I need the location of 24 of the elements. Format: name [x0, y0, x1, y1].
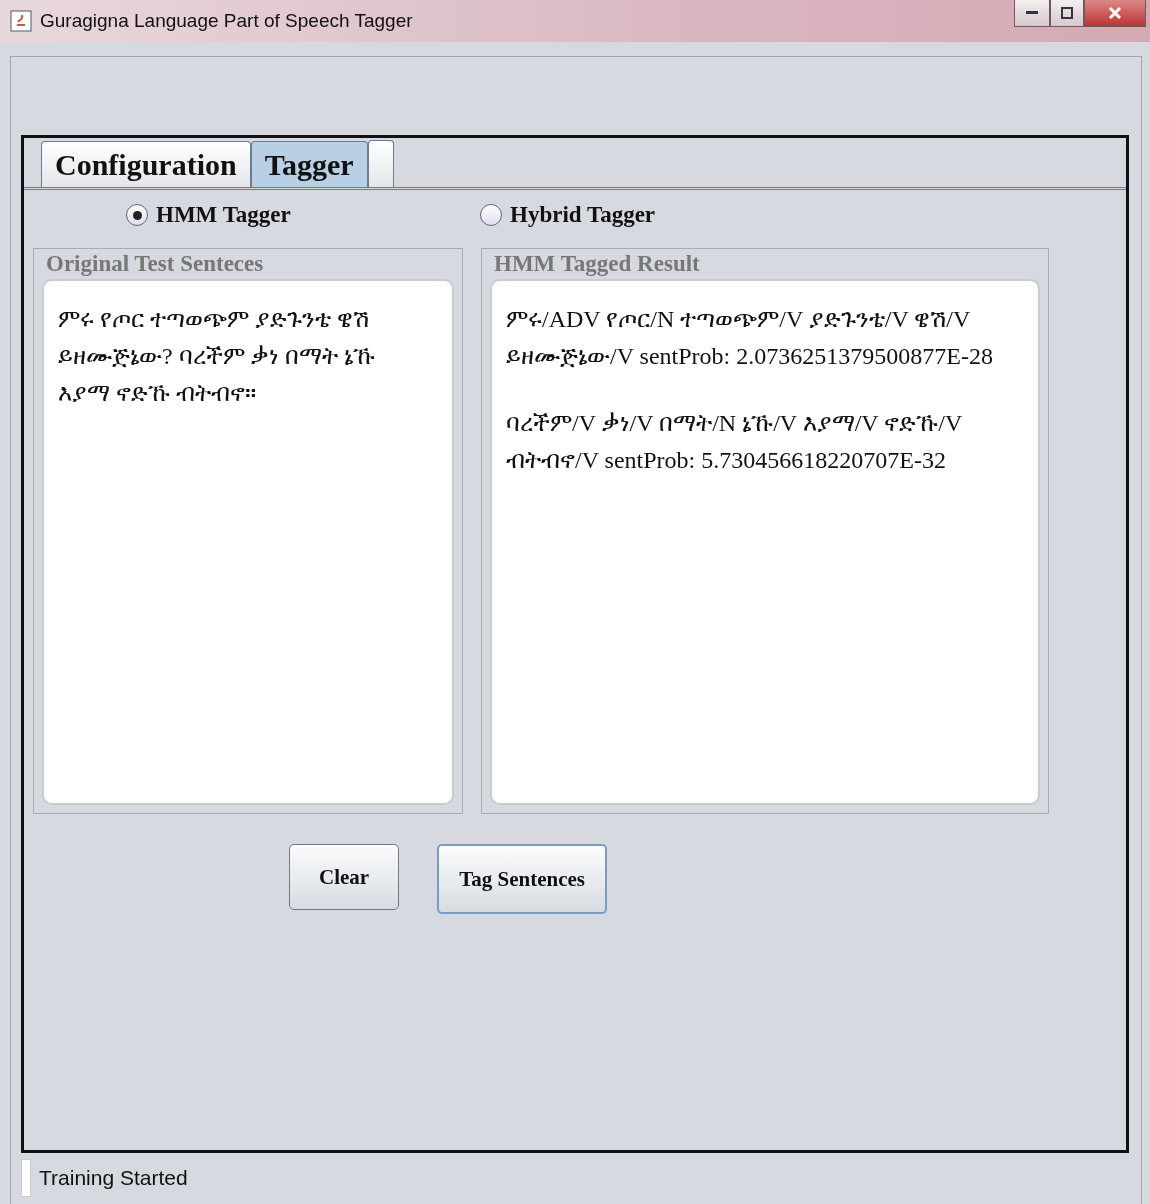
text-area[interactable]: ምሩ/ADV የጦር/N ተጣወጭም/V ያድጉንቴ/V ዌሽ/V ይዘሙጅኔው/V sentProb: 2.0736251379500877E-28 ባረችም/V ቃነ/V በማት/N ኔኹ/V እያማ/V ኖድኹ/V ብትብኖ/V sentProb: 5.730456618220707E-32: [490, 279, 1040, 805]
tab[interactable]: Tagger: [250, 141, 368, 187]
text-area[interactable]: ምሩ የጦር ተጣወጭም ያድጉንቴ ዌሽ ይዘሙጅኔው? ባረችም ቃነ በማት ኔኹ እያማ ኖድኹ ብትብኖ።: [42, 279, 454, 805]
window-title: Guragigna Language Part of Speech Tagger: [40, 10, 413, 32]
empty-tab[interactable]: [367, 140, 394, 187]
radio-option[interactable]: Hybrid Tagger: [480, 202, 834, 228]
status-text: Training Started: [39, 1166, 188, 1190]
app-icon: [10, 10, 32, 32]
close-button[interactable]: [1084, 0, 1146, 27]
text-paragraph: ባረችም/V ቃነ/V በማት/N ኔኹ/V እያማ/V ኖድኹ/V ብትብኖ/V sentProb: 5.730456618220707E-32: [506, 409, 963, 475]
maximize-button[interactable]: [1050, 0, 1084, 27]
action-button[interactable]: Tag Sentences: [437, 844, 607, 914]
close-icon: [1108, 6, 1122, 20]
panel-title: HMM Tagged Result: [493, 250, 701, 278]
status-grip: [21, 1159, 31, 1197]
panel-title: Original Test Senteces: [45, 250, 265, 278]
text-paragraph: ምሩ የጦር ተጣወጭም ያድጉንቴ ዌሽ ይዘሙጅኔው? ባረችም ቃነ በማት ኔኹ እያማ ኖድኹ ብትብኖ።: [58, 305, 376, 408]
minimize-icon: [1026, 11, 1038, 15]
action-button[interactable]: Clear: [289, 844, 400, 910]
maximize-icon: [1061, 7, 1073, 19]
tab[interactable]: Configuration: [41, 141, 251, 187]
radio-option[interactable]: HMM Tagger: [126, 202, 480, 228]
minimize-button[interactable]: [1014, 0, 1050, 27]
text-paragraph: ምሩ/ADV የጦር/N ተጣወጭም/V ያድጉንቴ/V ዌሽ/V ይዘሙጅኔው/V sentProb: 2.0736251379500877E-28: [506, 305, 994, 371]
